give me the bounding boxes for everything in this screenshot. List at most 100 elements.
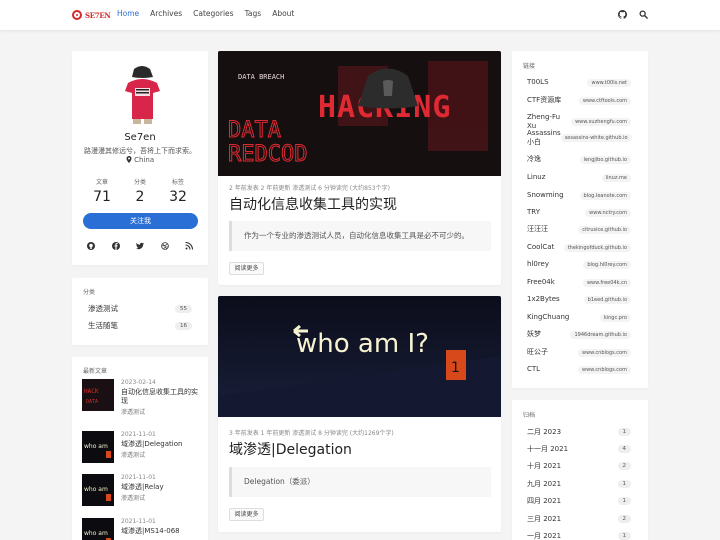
top-navbar: SE7EN Home Archives Categories Tags Abou…: [0, 0, 720, 30]
archive-item[interactable]: 十一月 2021 4: [527, 444, 631, 454]
stat-value: 2: [135, 189, 145, 205]
link-item[interactable]: 旺公子 www.cnblogs.com: [527, 348, 631, 357]
link-item[interactable]: hl0rey blog.hl0rey.com: [527, 260, 631, 269]
read-more-button[interactable]: 阅读更多: [229, 508, 264, 521]
github-icon[interactable]: [618, 10, 627, 19]
svg-text:DATA: DATA: [86, 399, 98, 405]
link-url: blog.hl0rey.com: [583, 260, 631, 269]
link-item[interactable]: TRY www.nctry.com: [527, 208, 631, 217]
archive-month: 九月 2021: [527, 480, 562, 488]
rss-icon[interactable]: [185, 242, 193, 250]
recent-post-thumbnail: who am: [82, 431, 114, 463]
archives-card: 归档 二月 2023 1 十一月 2021 4 十月 2021 2 九月 2021 1 …: [512, 400, 648, 540]
post-excerpt: Delegation（委派）: [229, 467, 491, 497]
link-item[interactable]: 1x2Bytes b1eed.github.io: [527, 295, 631, 304]
archive-count: 4: [617, 445, 631, 453]
categories-card: 分类 渗透测试 55 生活随笔 16: [72, 278, 208, 345]
post-title[interactable]: 域渗透|Delegation: [229, 439, 352, 459]
cover-text: DATA: [228, 118, 281, 143]
category-item[interactable]: 渗透测试 55: [88, 303, 192, 314]
archive-count: 2: [617, 462, 631, 470]
stat-value: 32: [169, 189, 187, 205]
nav-link-categories[interactable]: Categories: [193, 9, 233, 18]
post-meta: 3 年前发表 1 年前更新 渗透测试 8 分钟读完 (大约1269个字): [229, 430, 394, 437]
nav-link-archives[interactable]: Archives: [150, 9, 182, 18]
link-name: Snowming: [527, 191, 564, 199]
section-title: 链接: [523, 63, 536, 70]
recent-post-item[interactable]: who am 2021-11-01 域渗透|Relay 渗透测试: [82, 474, 202, 508]
category-item[interactable]: 生活随笔 16: [88, 320, 192, 331]
post-cover-image[interactable]: HACKING DATA BREACH DATA REDCOD: [218, 51, 501, 176]
cover-text: 1: [451, 360, 460, 376]
facebook-icon[interactable]: [111, 242, 120, 250]
svg-text:who am: who am: [84, 530, 108, 537]
github-icon[interactable]: [87, 242, 95, 250]
dribbble-icon[interactable]: [160, 242, 169, 250]
recent-post-title[interactable]: 域渗透|MS14-068: [121, 527, 201, 536]
cover-text: DATA BREACH: [238, 73, 284, 81]
link-item[interactable]: Assassins 小白 assassins-white.github.io: [527, 129, 632, 147]
section-title: 最新文章: [83, 368, 108, 375]
recent-post-date: 2021-11-01: [121, 431, 156, 438]
recent-post-title[interactable]: 自动化信息收集工具的实现: [121, 388, 201, 406]
archive-item[interactable]: 十月 2021 2: [527, 461, 631, 471]
follow-button[interactable]: 关注我: [83, 213, 198, 229]
archive-item[interactable]: 九月 2021 1: [527, 479, 631, 489]
link-item[interactable]: 妖梦 1946dream.github.io: [527, 330, 631, 339]
link-name: TRY: [527, 208, 540, 216]
recent-post-category[interactable]: 渗透测试: [121, 450, 145, 459]
recent-post-title[interactable]: 域渗透|Relay: [121, 483, 201, 492]
archive-item[interactable]: 二月 2023 1: [527, 427, 631, 437]
category-name: 渗透测试: [88, 304, 118, 313]
link-url: www.ctftools.com: [578, 96, 631, 105]
link-item[interactable]: 冷逸 lengjibo.github.io: [527, 155, 631, 164]
post-cover-image[interactable]: who am I? 1: [218, 296, 501, 417]
link-url: www.xuzhengfu.com: [571, 118, 631, 126]
profile-stats: 文章 71 分类 2 标签 32: [84, 177, 196, 205]
stat-tags[interactable]: 标签 32: [160, 177, 196, 205]
link-item[interactable]: T00LS www.t00ls.net: [527, 78, 631, 87]
recent-post-item[interactable]: who am 2021-11-01 域渗透|MS14-068: [82, 518, 202, 540]
link-item[interactable]: Free04k www.free04k.cn: [527, 278, 631, 287]
nav-link-about[interactable]: About: [272, 9, 294, 18]
archive-item[interactable]: 四月 2021 1: [527, 496, 631, 506]
archive-item[interactable]: 三月 2021 2: [527, 514, 631, 524]
link-item[interactable]: Linuz linuz.me: [527, 173, 631, 182]
link-item[interactable]: CTF资源库 www.ctftools.com: [527, 96, 631, 105]
search-icon[interactable]: [639, 10, 648, 19]
main-menu: Home Archives Categories Tags About: [117, 9, 294, 18]
nav-link-tags[interactable]: Tags: [245, 9, 262, 18]
archive-count: 1: [617, 497, 631, 505]
site-logo[interactable]: SE7EN: [72, 10, 111, 20]
link-name: hl0rey: [527, 260, 550, 268]
recent-post-item[interactable]: who am 2021-11-01 域渗透|Delegation 渗透测试: [82, 431, 202, 465]
avatar: [120, 61, 165, 124]
stat-label: 标签: [171, 179, 184, 186]
archive-count: 1: [617, 532, 631, 540]
logo-text: SE7EN: [85, 10, 111, 20]
post-meta: 2 年前发表 2 年前更新 渗透测试 6 分钟读完 (大约853个字): [229, 185, 390, 192]
nav-link-home[interactable]: Home: [117, 9, 139, 18]
link-item[interactable]: CoolCat thekingofduck.github.io: [527, 243, 631, 252]
svg-text:HACK: HACK: [84, 388, 99, 395]
archive-item[interactable]: 一月 2021 1: [527, 531, 631, 540]
link-item[interactable]: Snowming blog.leanote.com: [527, 191, 631, 200]
link-url: www.cnblogs.com: [578, 348, 631, 357]
twitter-icon[interactable]: [136, 242, 144, 250]
recent-post-item[interactable]: HACK DATA 2023-02-14 自动化信息收集工具的实现 渗透测试: [82, 379, 202, 416]
recent-post-title[interactable]: 域渗透|Delegation: [121, 440, 201, 449]
link-url: linuz.me: [601, 173, 631, 182]
read-more-button[interactable]: 阅读更多: [229, 262, 264, 275]
link-item[interactable]: CTL www.cnblogs.com: [527, 365, 631, 374]
stat-posts[interactable]: 文章 71: [84, 177, 120, 205]
post-excerpt: 作为一个专业的渗透测试人员，自动化信息收集工具是必不可少的。: [229, 221, 491, 251]
profile-name: Se7en: [124, 132, 156, 143]
link-item[interactable]: 汪汪汪 citrusice.github.io: [527, 225, 631, 234]
post-title[interactable]: 自动化信息收集工具的实现: [229, 194, 397, 214]
stat-categories[interactable]: 分类 2: [122, 177, 158, 205]
link-name: Free04k: [527, 278, 555, 286]
archive-month: 二月 2023: [527, 428, 562, 436]
link-item[interactable]: KingChuang kingc.pro: [527, 313, 631, 322]
recent-post-category[interactable]: 渗透测试: [121, 493, 145, 502]
recent-post-category[interactable]: 渗透测试: [121, 407, 145, 416]
